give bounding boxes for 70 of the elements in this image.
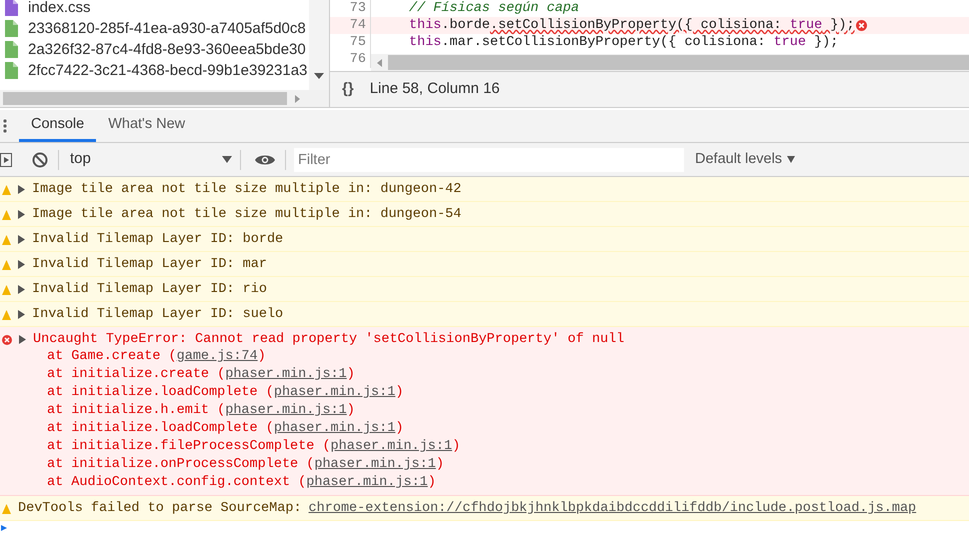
warning-icon xyxy=(2,310,11,320)
error-icon xyxy=(2,334,12,344)
more-menu-icon[interactable] xyxy=(3,119,7,133)
file-name[interactable]: 2a326f32-87c4-4fd8-8e93-360eea5bde30 xyxy=(28,40,306,58)
pretty-print-button[interactable]: {} xyxy=(342,78,354,101)
sidebar-toggle-icon[interactable] xyxy=(0,152,12,166)
warning-icon xyxy=(2,184,11,194)
scroll-down-icon[interactable] xyxy=(314,73,324,79)
file-name[interactable]: index.css xyxy=(28,0,91,16)
stack-frame: at AudioContext.config.context (phaser.min.js:1) xyxy=(47,474,969,492)
line-number: 74 xyxy=(348,17,366,34)
stack-frame: at initialize.onProcessComplete (phaser.min.js:1) xyxy=(47,456,969,474)
error-icon xyxy=(856,20,867,31)
console-message: Invalid Tilemap Layer ID: rio xyxy=(32,281,267,298)
file-name[interactable]: 2fcc7422-3c21-4368-becd-99b1e39231a3 xyxy=(28,62,308,80)
expand-arrow-icon[interactable] xyxy=(18,185,25,194)
source-link[interactable]: phaser.min.js:1 xyxy=(306,475,428,490)
stack-frame: at initialize.loadComplete (phaser.min.js:1) xyxy=(47,420,969,438)
console-message: Invalid Tilemap Layer ID: suelo xyxy=(32,306,284,323)
code-line: // Físicas según capa xyxy=(409,0,580,17)
stack-frame: at initialize.loadComplete (phaser.min.js:1) xyxy=(47,384,969,402)
expand-arrow-icon[interactable] xyxy=(18,210,25,219)
filter-field[interactable]: Filter xyxy=(294,148,684,172)
code-line: this.mar.setCollisionByProperty({ colisiona: true }); xyxy=(409,34,838,51)
levels-dropdown[interactable]: Default levels xyxy=(695,148,796,170)
expand-arrow-icon[interactable] xyxy=(18,310,25,319)
console-message: Uncaught TypeError: Cannot read property 'setCollisionByProperty' of null xyxy=(33,331,624,348)
warning-icon xyxy=(2,284,11,294)
warning-icon xyxy=(2,210,11,220)
code-line: this.borde.setCollisionByProperty({ colisiona: true }); xyxy=(409,17,855,34)
expand-arrow-icon[interactable] xyxy=(19,335,26,344)
source-link[interactable]: phaser.min.js:1 xyxy=(274,385,396,400)
stack-frame: at initialize.h.emit (phaser.min.js:1) xyxy=(47,402,969,420)
warning-icon xyxy=(2,504,11,514)
line-number: 73 xyxy=(348,0,366,17)
console-message: Invalid Tilemap Layer ID: borde xyxy=(32,231,284,248)
line-number: 76 xyxy=(348,51,366,68)
source-link[interactable]: phaser.min.js:1 xyxy=(330,439,452,454)
console-message: Invalid Tilemap Layer ID: mar xyxy=(32,256,267,273)
console-message: Image tile area not tile size multiple in: dungeon-42 xyxy=(32,181,462,198)
clear-icon[interactable] xyxy=(32,152,48,168)
file-icon xyxy=(5,20,18,37)
expand-arrow-icon[interactable] xyxy=(18,285,25,294)
source-link[interactable]: game.js:74 xyxy=(176,349,258,364)
line-number: 75 xyxy=(348,34,366,51)
cursor-position: Line 58, Column 16 xyxy=(370,79,500,100)
console-message: Image tile area not tile size multiple in: dungeon-54 xyxy=(32,206,462,223)
source-link[interactable]: phaser.min.js:1 xyxy=(274,421,396,436)
warning-icon xyxy=(2,234,11,244)
file-icon xyxy=(5,62,18,79)
horizontal-scrollbar[interactable] xyxy=(371,54,969,71)
drawer-tab[interactable]: What's New xyxy=(96,110,198,142)
context-selector[interactable]: top xyxy=(70,148,232,171)
stack-frame: at Game.create (game.js:74) xyxy=(47,348,969,366)
stack-frame: at initialize.create (phaser.min.js:1) xyxy=(47,366,969,384)
warning-icon xyxy=(2,260,11,270)
eye-icon[interactable] xyxy=(255,154,275,166)
expand-arrow-icon[interactable] xyxy=(18,260,25,269)
file-name[interactable]: 23368120-285f-41ea-a930-a7405af5d0c8 xyxy=(28,20,306,38)
source-link[interactable]: phaser.min.js:1 xyxy=(314,457,436,472)
console-message: DevTools failed to parse SourceMap: xyxy=(18,500,302,517)
source-link[interactable]: phaser.min.js:1 xyxy=(225,403,347,418)
dropdown-icon xyxy=(787,156,796,163)
prompt-icon xyxy=(1,525,7,531)
stack-frame: at initialize.fileProcessComplete (phaser.min.js:1) xyxy=(47,438,969,456)
source-link[interactable]: phaser.min.js:1 xyxy=(225,367,347,382)
dropdown-icon xyxy=(222,156,232,163)
file-icon xyxy=(5,41,18,58)
expand-arrow-icon[interactable] xyxy=(18,235,25,244)
source-link[interactable]: chrome-extension://cfhdojbkjhnklbpkdaibdccddilifddb/include.postload.js.map xyxy=(308,500,916,517)
